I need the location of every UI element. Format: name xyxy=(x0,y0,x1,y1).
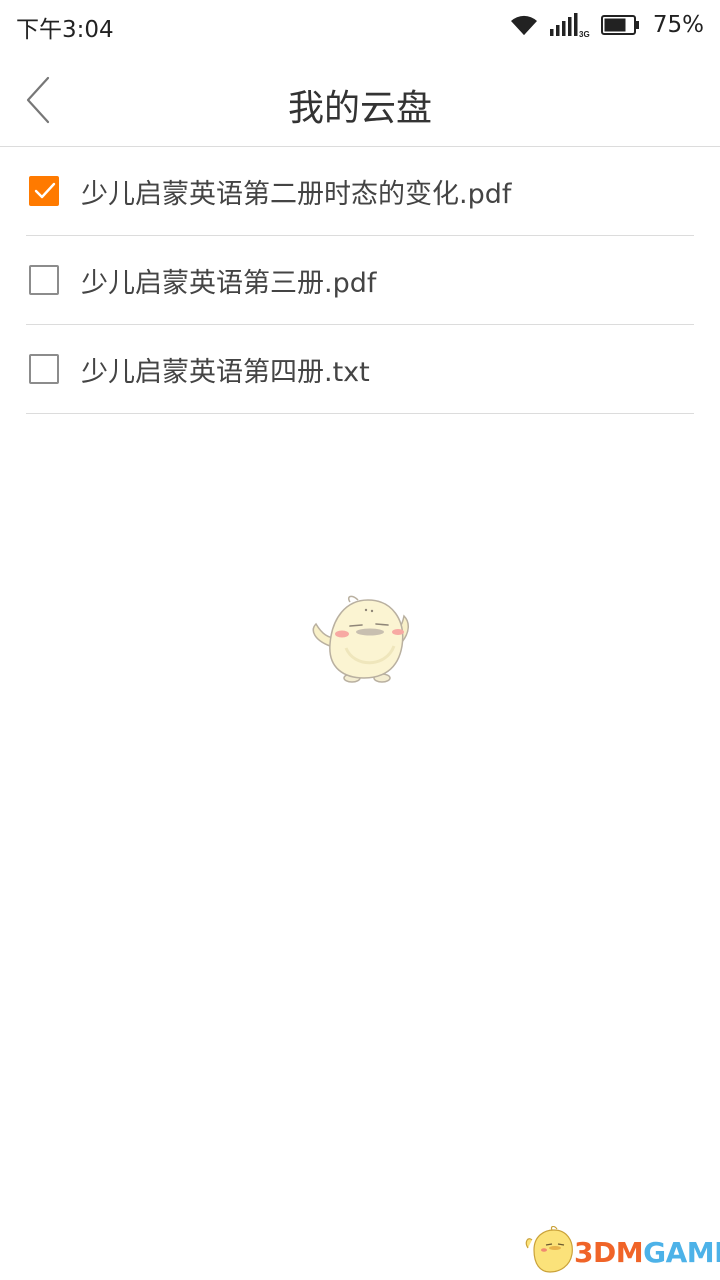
battery-percent: 75% xyxy=(652,12,704,38)
mascot-illustration xyxy=(306,594,416,686)
network-type-label: 3G xyxy=(579,30,590,38)
status-icons: 3G 75% xyxy=(509,8,704,42)
status-time: 下午3:04 xyxy=(16,17,114,43)
file-name: 少儿启蒙英语第三册.pdf xyxy=(81,267,377,299)
wifi-icon xyxy=(509,13,539,37)
file-row[interactable]: 少儿启蒙英语第三册.pdf xyxy=(26,236,694,325)
file-name: 少儿启蒙英语第四册.txt xyxy=(81,356,370,388)
file-checkbox[interactable] xyxy=(29,265,59,295)
watermark-text-3dm: 3DM xyxy=(574,1236,644,1269)
file-row[interactable]: 少儿启蒙英语第四册.txt xyxy=(26,325,694,414)
file-checkbox[interactable] xyxy=(29,176,59,206)
title-bar: 我的云盘 xyxy=(0,52,720,147)
watermark-logo: 3DMGAME xyxy=(524,1225,720,1278)
file-name: 少儿启蒙英语第二册时态的变化.pdf xyxy=(81,178,512,210)
file-list: 少儿启蒙英语第二册时态的变化.pdf 少儿启蒙英语第三册.pdf 少儿启蒙英语第… xyxy=(26,147,694,414)
battery-fill xyxy=(604,18,626,32)
file-row[interactable]: 少儿启蒙英语第二册时态的变化.pdf xyxy=(26,147,694,236)
battery-icon xyxy=(600,14,641,36)
bird-logo-icon xyxy=(524,1225,580,1276)
page-title: 我的云盘 xyxy=(287,88,432,129)
file-checkbox[interactable] xyxy=(29,354,59,384)
watermark-text-game: GAME xyxy=(643,1236,720,1269)
check-icon xyxy=(34,182,56,199)
cellular-signal-icon: 3G xyxy=(549,12,591,38)
status-bar: 下午3:04 3G 75% xyxy=(0,0,720,52)
watermark-text: 3DMGAME xyxy=(574,1236,720,1269)
